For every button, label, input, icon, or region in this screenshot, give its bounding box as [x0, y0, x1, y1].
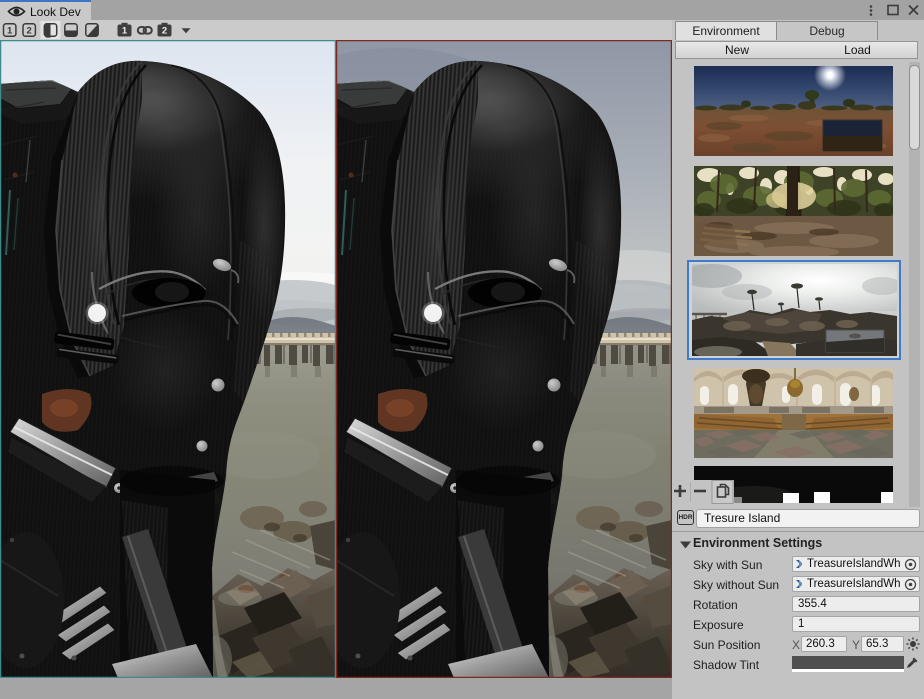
svg-text:2: 2 — [27, 25, 32, 36]
svg-text:1: 1 — [122, 26, 128, 37]
svg-text:2: 2 — [162, 26, 167, 37]
svg-text:1: 1 — [7, 25, 13, 36]
